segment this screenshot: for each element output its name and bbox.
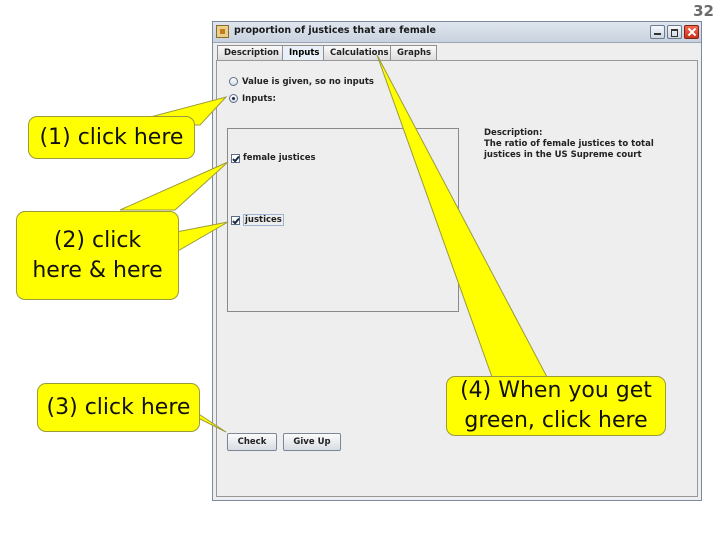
inputs-list-box: female justices justices <box>227 128 459 312</box>
description-text: The ratio of female justices to total ju… <box>484 139 654 160</box>
value-given-option[interactable]: Value is given, so no inputs <box>229 75 374 88</box>
value-given-radio[interactable] <box>229 77 238 86</box>
callout-4-line2: green, click here <box>464 408 648 433</box>
justices-checkbox[interactable] <box>231 215 240 225</box>
minimize-icon[interactable] <box>650 25 665 39</box>
close-icon[interactable] <box>684 25 699 39</box>
callout-1: (1) click here <box>28 116 195 159</box>
callout-4-line1: (4) When you get <box>460 378 652 403</box>
callout-3-text: (3) click here <box>46 394 191 420</box>
give-up-button[interactable]: Give Up <box>283 433 341 451</box>
callout-4: (4) When you get green, click here <box>446 376 666 436</box>
callout-2: (2) click here & here <box>16 211 179 300</box>
female-justices-label: female justices <box>243 153 316 163</box>
slide-number: 32 <box>693 2 714 20</box>
tab-inputs[interactable]: Inputs <box>282 45 324 60</box>
maximize-icon[interactable] <box>667 25 682 39</box>
java-app-icon <box>216 25 229 38</box>
inputs-option[interactable]: Inputs: <box>229 92 276 105</box>
female-justices-checkbox[interactable] <box>231 153 240 163</box>
tab-description[interactable]: Description <box>217 45 283 60</box>
callout-2-line1: (2) click <box>53 227 142 253</box>
description-heading: Description: <box>484 128 543 138</box>
check-button[interactable]: Check <box>227 433 277 451</box>
callout-2-line2: here & here <box>32 257 163 283</box>
value-given-label: Value is given, so no inputs <box>242 76 374 87</box>
title-bar[interactable]: proportion of justices that are female <box>213 22 701 43</box>
window-title: proportion of justices that are female <box>234 25 436 36</box>
inputs-label: Inputs: <box>242 93 276 104</box>
callout-3: (3) click here <box>37 383 200 432</box>
callout-1-text: (1) click here <box>39 124 184 150</box>
tab-calculations[interactable]: Calculations <box>323 45 391 60</box>
female-justices-option[interactable]: female justices <box>231 153 316 163</box>
justices-option[interactable]: justices <box>231 214 284 226</box>
inputs-radio[interactable] <box>229 94 238 103</box>
justices-label: justices <box>243 214 284 226</box>
tab-graphs[interactable]: Graphs <box>390 45 437 60</box>
